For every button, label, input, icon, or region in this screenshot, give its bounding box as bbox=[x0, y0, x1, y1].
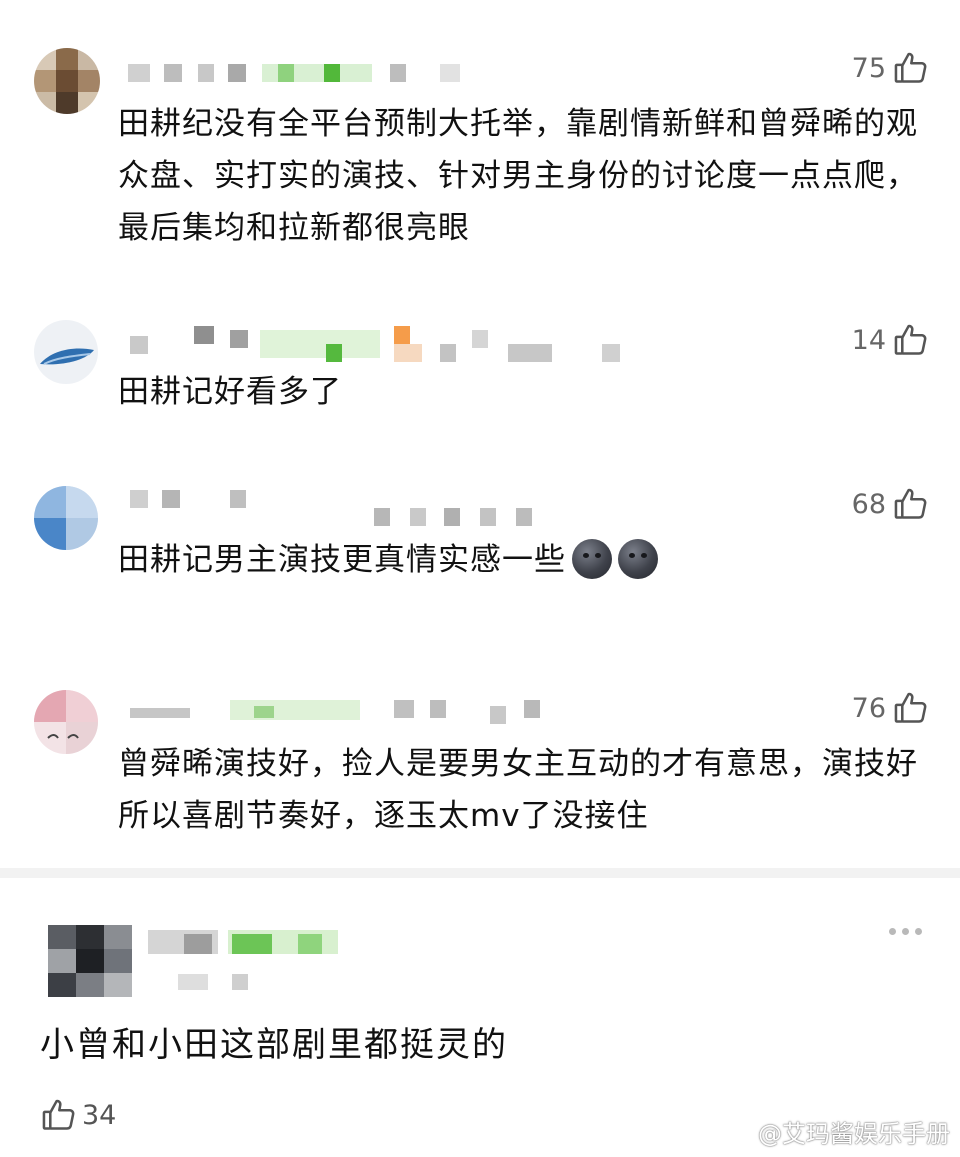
weibo-logo-icon bbox=[723, 1121, 752, 1143]
face-sketch-icon bbox=[47, 734, 79, 739]
avatar[interactable] bbox=[34, 320, 98, 384]
thumbs-up-icon bbox=[894, 52, 927, 83]
comment-text: 田耕记男主演技更真情实感一些 bbox=[118, 542, 566, 578]
comment-text-row: 田耕记男主演技更真情实感一些 bbox=[118, 534, 928, 586]
username-obscured[interactable] bbox=[130, 700, 550, 724]
username-obscured[interactable] bbox=[128, 64, 468, 86]
featured-comment-text: 小曾和小田这部剧里都挺灵的 bbox=[40, 1025, 508, 1065]
username-obscured[interactable] bbox=[130, 326, 630, 362]
comment-text: 田耕记好看多了 bbox=[118, 374, 342, 410]
username-obscured[interactable] bbox=[130, 490, 550, 526]
more-icon[interactable] bbox=[889, 928, 922, 935]
like-button[interactable]: 75 bbox=[852, 48, 930, 88]
like-count: 76 bbox=[851, 692, 886, 724]
comment-text: 曾舜晞演技好，捡人是要男女主互动的才有意思，演技好所以喜剧节奏好，逐玉太mv了没… bbox=[118, 746, 918, 834]
watermark-text: @艾玛酱娱乐手册 bbox=[758, 1120, 950, 1148]
whale-avatar-icon bbox=[40, 348, 94, 365]
avatar[interactable] bbox=[34, 486, 98, 550]
avatar[interactable] bbox=[34, 48, 100, 114]
avatar[interactable] bbox=[48, 925, 132, 997]
like-button[interactable]: 14 bbox=[852, 320, 930, 360]
like-button[interactable]: 68 bbox=[852, 484, 930, 524]
like-button[interactable]: 34 bbox=[40, 1096, 116, 1134]
like-count: 75 bbox=[851, 52, 886, 84]
thumbs-up-icon bbox=[42, 1099, 75, 1130]
avatar[interactable] bbox=[34, 690, 98, 754]
like-count: 68 bbox=[851, 488, 886, 520]
watermark: @艾玛酱娱乐手册 bbox=[722, 1114, 950, 1149]
new-moon-face-emoji bbox=[572, 538, 612, 579]
thumbs-up-icon bbox=[894, 692, 927, 723]
thumbs-up-icon bbox=[894, 324, 927, 355]
thumbs-up-icon bbox=[894, 488, 927, 519]
new-moon-face-emoji bbox=[618, 538, 658, 579]
comment-text: 田耕纪没有全平台预制大托举，靠剧情新鲜和曾舜晞的观众盘、实打实的演技、针对男主身… bbox=[118, 106, 918, 246]
section-divider bbox=[0, 868, 960, 878]
username-obscured[interactable] bbox=[148, 930, 348, 990]
like-count: 14 bbox=[851, 324, 886, 356]
like-button[interactable]: 76 bbox=[852, 688, 930, 728]
like-count: 34 bbox=[82, 1099, 117, 1131]
